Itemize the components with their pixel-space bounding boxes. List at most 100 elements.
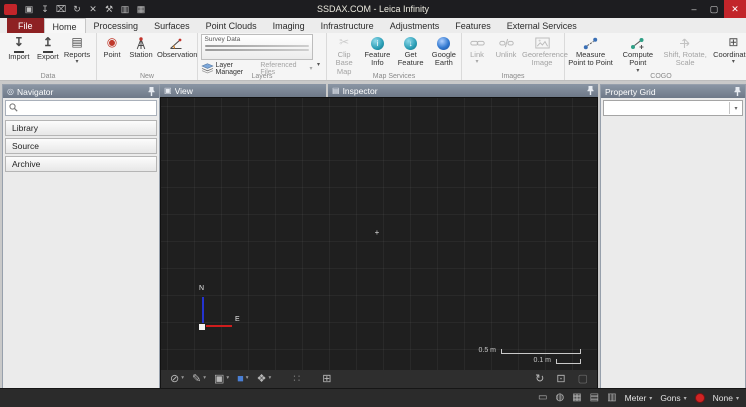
import-button[interactable]: ↧ Import bbox=[5, 34, 33, 62]
lock-view-button[interactable]: ▢ bbox=[578, 374, 588, 385]
table-status-icon[interactable]: ▦ bbox=[572, 393, 581, 403]
property-grid-header[interactable]: Property Grid bbox=[601, 85, 745, 98]
app-logo bbox=[4, 4, 17, 15]
group-label-layers: Layers bbox=[198, 73, 326, 80]
tab-features[interactable]: Features bbox=[447, 18, 499, 33]
pin-icon[interactable] bbox=[148, 87, 155, 96]
inspector-panel-header[interactable]: ▤ Inspector bbox=[328, 84, 598, 97]
new-point-button[interactable]: ◉ Point bbox=[98, 34, 126, 60]
new-observation-button[interactable]: Observation bbox=[156, 34, 196, 60]
import-button-quick[interactable]: ↧ bbox=[37, 1, 53, 17]
feature-info-button[interactable]: i Feature Info bbox=[361, 34, 393, 69]
map-status-icon[interactable]: ◍ bbox=[555, 393, 564, 403]
clip-base-map-button[interactable]: ✂ Clip Base Map bbox=[328, 34, 360, 77]
down-arrow-glyph: ↓ bbox=[409, 37, 413, 50]
sidebar-item-source[interactable]: Source bbox=[5, 138, 157, 154]
tab-point-clouds[interactable]: Point Clouds bbox=[198, 18, 265, 33]
dropdown-arrow-icon: ▾ bbox=[181, 376, 184, 382]
group-label-map-services: Map Services bbox=[327, 73, 461, 80]
compute-point-icon bbox=[630, 35, 645, 51]
coordinates-grid-icon: ⊞ bbox=[728, 35, 738, 51]
minimize-button[interactable]: – bbox=[684, 0, 704, 18]
save-icon: ▣ bbox=[25, 4, 34, 15]
get-feature-button[interactable]: ↓ Get Feature bbox=[395, 34, 427, 69]
tab-external-services[interactable]: External Services bbox=[499, 18, 585, 33]
report-status-icon[interactable]: ▥ bbox=[607, 393, 616, 403]
dropdown-arrow-icon: ▾ bbox=[736, 395, 739, 402]
tools-button[interactable]: ⚒ bbox=[101, 1, 117, 17]
dropdown-arrow-icon: ▾ bbox=[309, 66, 312, 72]
layers-status-icon[interactable]: ▤ bbox=[590, 393, 599, 403]
point-label: Point bbox=[103, 51, 120, 59]
draw-tool-button[interactable]: ✎ ▾ bbox=[192, 374, 206, 385]
coordinates-button[interactable]: ⊞ Coordinates ▾ bbox=[711, 34, 746, 66]
save-button[interactable]: ▣ bbox=[21, 1, 37, 17]
layers-preview[interactable]: Survey Data bbox=[201, 34, 313, 60]
close-project-button[interactable]: ✕ bbox=[85, 1, 101, 17]
distance-unit-dropdown[interactable]: Meter ▾ bbox=[625, 393, 653, 403]
pin-icon[interactable] bbox=[587, 86, 594, 95]
zoom-extents-button[interactable]: ⊡ bbox=[556, 374, 565, 385]
scale-bar-major: 0.5 m bbox=[478, 347, 581, 354]
view-title: View bbox=[175, 86, 322, 96]
tab-adjustments[interactable]: Adjustments bbox=[382, 18, 448, 33]
shift-rotate-scale-button[interactable]: Shift, Rotate, Scale bbox=[661, 34, 710, 69]
clip-scissors-icon: ✂ bbox=[339, 35, 349, 51]
display-options-button[interactable]: ▣ ▾ bbox=[214, 374, 229, 385]
sync-button[interactable]: ↻ bbox=[69, 1, 85, 17]
screen-status-icon[interactable]: ▭ bbox=[538, 393, 547, 403]
reports-button[interactable]: ▤ Reports ▾ bbox=[63, 34, 91, 66]
property-grid-combobox[interactable]: ▾ bbox=[603, 100, 743, 116]
georeference-image-button[interactable]: Georeference Image bbox=[521, 34, 563, 69]
layer-slider bbox=[205, 45, 309, 47]
measure-point-to-point-button[interactable]: Measure Point to Point bbox=[566, 34, 615, 69]
unlink-image-button[interactable]: Unlink bbox=[492, 34, 520, 60]
dropdown-arrow-icon: ▾ bbox=[246, 376, 249, 382]
axis-origin-marker bbox=[199, 324, 205, 330]
link-image-button[interactable]: Link ▾ bbox=[463, 34, 491, 66]
filter-tool-button[interactable]: ❖ ▾ bbox=[257, 374, 272, 385]
orientation-axes: N E bbox=[199, 286, 245, 330]
import-label: Import bbox=[8, 53, 29, 61]
pin-icon[interactable] bbox=[734, 87, 741, 96]
refresh-icon: ↻ bbox=[535, 374, 544, 385]
new-station-button[interactable]: Station bbox=[127, 34, 155, 60]
sidebar-item-library[interactable]: Library bbox=[5, 120, 157, 136]
layout-button[interactable]: ▥ bbox=[117, 1, 133, 17]
layers-dropdown-button[interactable]: ▾ bbox=[314, 34, 324, 71]
maximize-button[interactable]: ▢ bbox=[704, 0, 724, 18]
coordinates-label: Coordinates bbox=[713, 51, 746, 59]
small-grid-toggle-button[interactable]: ∷ bbox=[293, 374, 300, 385]
window-grid-button[interactable]: ▦ bbox=[133, 1, 149, 17]
compute-point-button[interactable]: Compute Point ▾ bbox=[616, 34, 659, 75]
combobox-arrow-icon: ▾ bbox=[729, 102, 742, 114]
status-bar: ▭ ◍ ▦ ▤ ▥ Meter ▾ Gons ▾ None ▾ bbox=[0, 388, 746, 407]
map-canvas[interactable]: + N E 0.5 m 0.1 m bbox=[160, 97, 598, 370]
view-icon: ▣ bbox=[164, 87, 172, 95]
view-cube-button[interactable]: ■ ▾ bbox=[237, 374, 248, 385]
get-feature-globe-icon: ↓ bbox=[404, 35, 417, 51]
tab-home[interactable]: Home bbox=[44, 18, 86, 34]
get-feature-label: Get Feature bbox=[396, 51, 426, 68]
tab-infrastructure[interactable]: Infrastructure bbox=[313, 18, 382, 33]
navigator-panel-header[interactable]: ◎ Navigator bbox=[3, 85, 159, 98]
delete-button[interactable]: ⌧ bbox=[53, 1, 69, 17]
tab-file[interactable]: File bbox=[7, 18, 44, 33]
snap-toggle-button[interactable]: ⊘ ▾ bbox=[170, 374, 184, 385]
google-earth-button[interactable]: Google Earth bbox=[428, 34, 460, 69]
sidebar-item-archive[interactable]: Archive bbox=[5, 156, 157, 172]
view-panel-header[interactable]: ▣ View bbox=[160, 84, 326, 97]
navigator-search-input[interactable] bbox=[21, 103, 153, 114]
close-button[interactable]: ✕ bbox=[724, 0, 746, 18]
angle-unit-dropdown[interactable]: Gons ▾ bbox=[660, 393, 686, 403]
import-icon: ↧ bbox=[14, 35, 24, 53]
tab-surfaces[interactable]: Surfaces bbox=[146, 18, 198, 33]
coordinate-system-dropdown[interactable]: None ▾ bbox=[713, 393, 739, 403]
grid-toggle-button[interactable]: ⊞ bbox=[322, 374, 331, 385]
tab-processing[interactable]: Processing bbox=[86, 18, 147, 33]
refresh-view-button[interactable]: ↻ bbox=[535, 374, 544, 385]
tab-imaging[interactable]: Imaging bbox=[265, 18, 313, 33]
dropdown-arrow-icon: ▾ bbox=[684, 395, 687, 402]
link-icon bbox=[470, 35, 485, 51]
export-button[interactable]: ↥ Export bbox=[34, 34, 62, 62]
